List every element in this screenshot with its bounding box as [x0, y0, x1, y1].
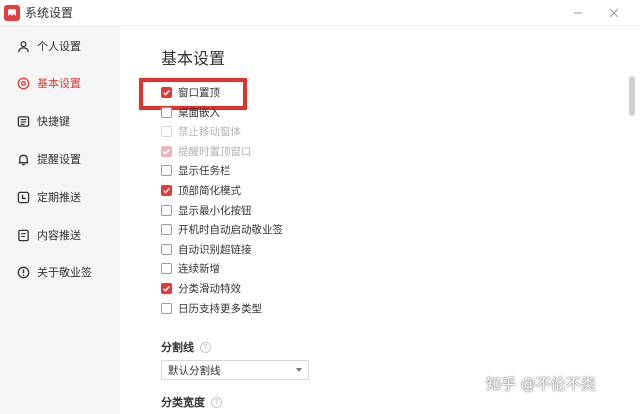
option-label: 分类滑动特效 [178, 282, 241, 295]
info-icon [16, 265, 30, 279]
sidebar: 个人设置 基本设置 快捷键 提醒设置 定期推送 内容推送 关于敬业签 [0, 26, 120, 414]
checkmark-icon [163, 285, 170, 292]
option-row[interactable]: 桌面嵌入 [161, 103, 220, 121]
divider-label: 分割线 ? [161, 339, 211, 355]
checkbox [161, 125, 172, 137]
window-title: 系统设置 [25, 6, 74, 20]
option-row[interactable]: 自动识别超链接 [161, 240, 252, 258]
option-row[interactable]: 日历支持更多类型 [161, 299, 262, 317]
option-row: 提醒时置顶窗口 [161, 142, 252, 160]
option-row[interactable]: 显示任务栏 [161, 161, 231, 179]
sidebar-item-about[interactable]: 关于敬业签 [0, 254, 120, 290]
divider-label-text: 分割线 [161, 341, 194, 354]
sidebar-item-label: 个人设置 [37, 40, 81, 53]
scrollbar-thumb[interactable] [629, 76, 635, 116]
checkbox[interactable] [161, 164, 172, 176]
user-icon [16, 39, 30, 53]
chevron-down-icon [296, 368, 302, 372]
checkbox[interactable] [161, 262, 172, 274]
sidebar-item-personal[interactable]: 个人设置 [0, 28, 120, 64]
settings-panel: 基本设置 窗口置顶桌面嵌入禁止移动窗体 提醒时置顶窗口 显示任务栏顶部简化模式 显示最… [120, 26, 624, 414]
checkbox[interactable] [161, 204, 172, 216]
sidebar-item-reminder[interactable]: 提醒设置 [0, 141, 120, 177]
option-label: 日历支持更多类型 [178, 302, 262, 315]
minimize-button[interactable] [567, 3, 589, 23]
sidebar-item-basic[interactable]: 基本设置 [0, 65, 120, 101]
close-icon [609, 8, 619, 18]
help-icon[interactable]: ? [200, 341, 211, 353]
checkbox[interactable] [161, 302, 172, 314]
checkmark-icon [163, 187, 170, 194]
option-label: 连续新增 [178, 262, 220, 275]
scrollbar[interactable] [624, 26, 640, 414]
bell-icon [16, 152, 30, 166]
option-label: 开机时自动启动敬业签 [178, 223, 283, 236]
keyboard-icon [16, 114, 30, 128]
option-row[interactable]: 窗口置顶 [161, 83, 220, 101]
sidebar-item-label: 快捷键 [37, 115, 70, 128]
divider-select[interactable]: 默认分割线 [161, 360, 309, 380]
sidebar-item-scheduled-push[interactable]: 定期推送 [0, 179, 120, 215]
option-row[interactable]: 显示最小化按钮 [161, 201, 252, 219]
option-label: 显示任务栏 [178, 164, 231, 177]
option-row[interactable]: 分类滑动特效 [161, 279, 241, 297]
sidebar-item-content-push[interactable]: 内容推送 [0, 217, 120, 253]
sidebar-item-label: 基本设置 [37, 77, 81, 90]
sidebar-item-label: 提醒设置 [37, 153, 81, 166]
checkmark-icon [163, 89, 170, 96]
sidebar-item-shortcuts[interactable]: 快捷键 [0, 103, 120, 139]
option-label: 自动识别超链接 [178, 243, 252, 256]
option-label: 桌面嵌入 [178, 106, 220, 119]
option-label: 窗口置顶 [178, 86, 220, 99]
checkbox[interactable] [161, 223, 172, 235]
option-label: 顶部简化模式 [178, 184, 241, 197]
checkmark-icon [163, 148, 170, 155]
category-width-label-text: 分类宽度 [161, 396, 205, 409]
app-logo-icon [4, 4, 20, 21]
checkbox-checked[interactable] [161, 184, 172, 196]
option-label: 提醒时置顶窗口 [178, 145, 252, 158]
category-width-label: 分类宽度 ? [161, 394, 222, 410]
minimize-icon [574, 12, 582, 14]
sidebar-item-label: 关于敬业签 [37, 266, 92, 279]
settings-icon [16, 76, 30, 90]
checkbox-checked [161, 145, 172, 157]
page-title: 基本设置 [161, 49, 226, 68]
option-row[interactable]: 顶部简化模式 [161, 181, 241, 199]
checkbox[interactable] [161, 106, 172, 118]
clock-icon [16, 190, 30, 204]
close-button[interactable] [603, 3, 625, 23]
checkbox-checked[interactable] [161, 86, 172, 98]
option-row[interactable]: 连续新增 [161, 259, 220, 277]
watermark: 知乎 @不伦不类 [486, 375, 596, 393]
sidebar-item-label: 内容推送 [37, 229, 81, 242]
checkbox-checked[interactable] [161, 282, 172, 294]
divider-select-value: 默认分割线 [168, 364, 221, 377]
option-label: 禁止移动窗体 [178, 125, 241, 138]
help-icon[interactable]: ? [211, 396, 222, 408]
checkbox[interactable] [161, 243, 172, 255]
option-row[interactable]: 开机时自动启动敬业签 [161, 220, 283, 238]
sidebar-item-label: 定期推送 [37, 191, 81, 204]
title-bar: 系统设置 [0, 0, 640, 26]
option-row: 禁止移动窗体 [161, 122, 241, 140]
document-icon [16, 228, 30, 242]
option-label: 显示最小化按钮 [178, 204, 252, 217]
